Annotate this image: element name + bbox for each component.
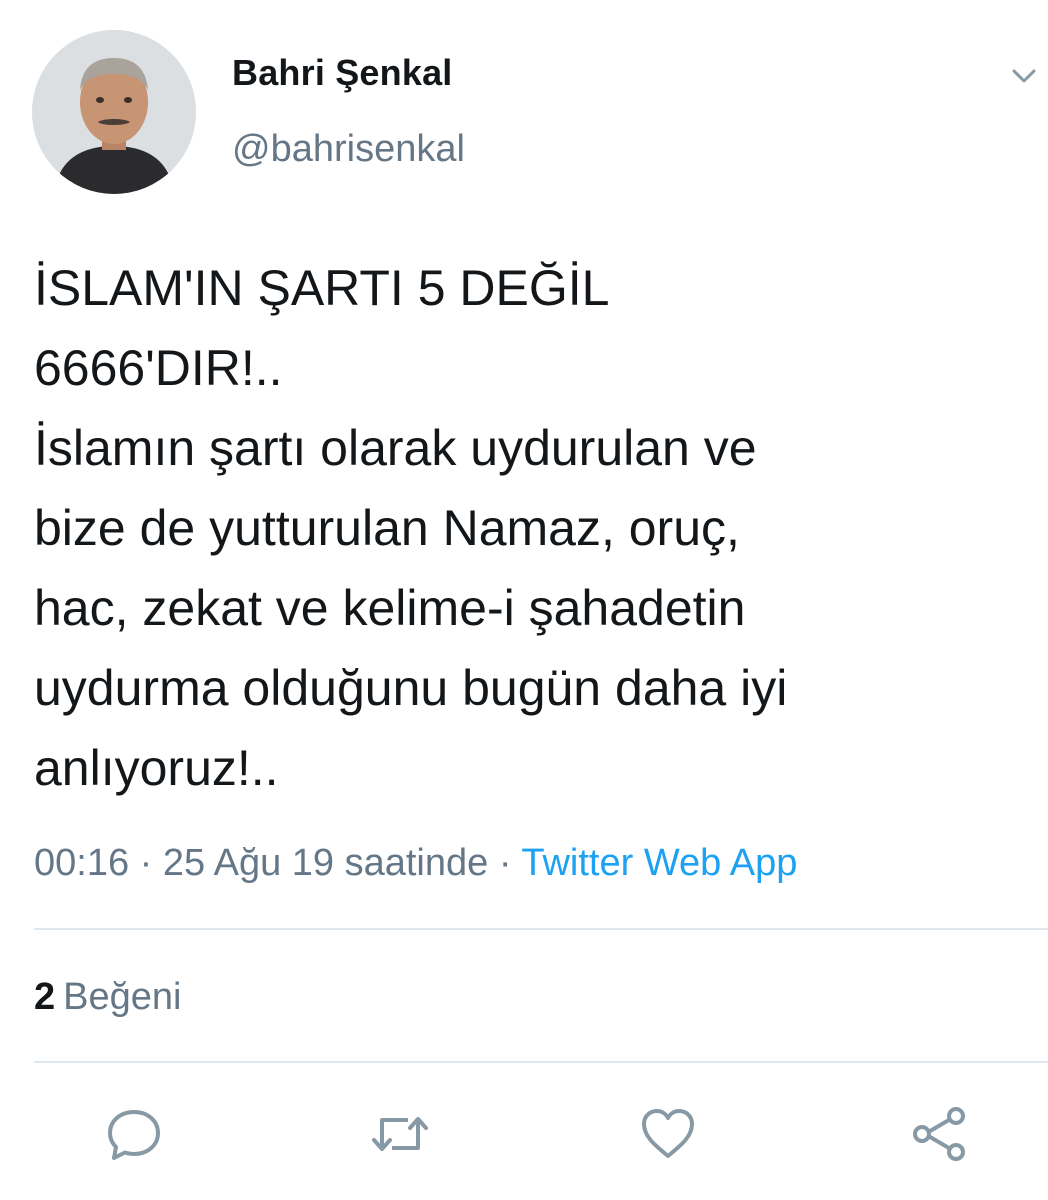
likes-stat[interactable]: 2 Beğeni (34, 976, 181, 1019)
share-button[interactable] (908, 1102, 972, 1166)
likes-label: Beğeni (63, 976, 182, 1018)
share-icon (913, 1107, 965, 1161)
likes-count: 2 (34, 976, 56, 1018)
chevron-down-icon[interactable] (1004, 56, 1044, 96)
retweet-icon (372, 1117, 428, 1151)
author-display-name[interactable]: Bahri Şenkal (232, 52, 453, 94)
avatar[interactable] (32, 30, 196, 194)
divider (34, 928, 1048, 930)
tweet-text: İSLAM'IN ŞARTI 5 DEĞİL 6666'DIR!.. İslam… (34, 260, 788, 796)
author-handle[interactable]: @bahrisenkal (232, 128, 465, 171)
tweet-date: 25 Ağu 19 saatinde (162, 842, 489, 884)
avatar-image (32, 30, 196, 194)
reply-icon (108, 1110, 160, 1160)
meta-separator: · (139, 842, 153, 884)
divider (34, 1061, 1048, 1063)
meta-separator: · (498, 842, 512, 884)
retweet-button[interactable] (368, 1102, 432, 1166)
tweet-source-link[interactable]: Twitter Web App (521, 842, 797, 884)
reply-button[interactable] (102, 1102, 166, 1166)
like-button[interactable] (636, 1102, 700, 1166)
tweet-time: 00:16 (34, 842, 130, 884)
heart-icon (642, 1109, 694, 1158)
tweet-meta: 00:16 · 25 Ağu 19 saatinde · Twitter Web… (34, 842, 797, 885)
